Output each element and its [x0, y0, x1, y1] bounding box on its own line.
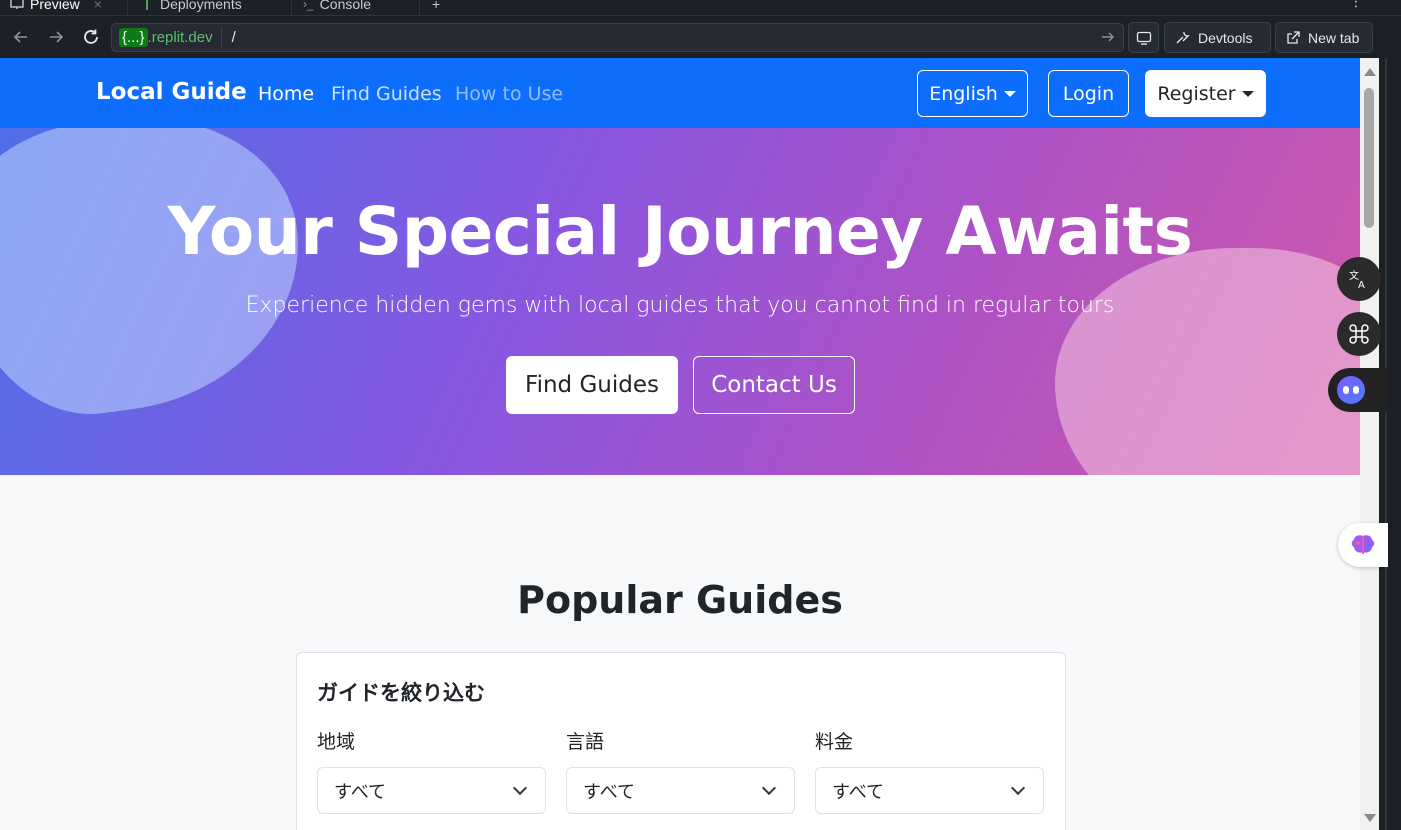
decorative-blob — [0, 128, 319, 431]
section-title: Popular Guides — [517, 578, 843, 622]
chevron-down-icon — [761, 780, 777, 795]
caret-down-icon — [1003, 90, 1016, 97]
filter-language: 言語 すべて — [566, 727, 795, 814]
contact-us-button[interactable]: Contact Us — [693, 356, 855, 414]
back-arrow-icon[interactable] — [10, 26, 32, 48]
url-field[interactable]: {...} .replit.dev / — [111, 23, 1124, 52]
monitor-icon — [10, 0, 24, 9]
region-select[interactable]: すべて — [317, 767, 546, 814]
scroll-up-arrow-icon[interactable] — [1364, 68, 1376, 76]
page-scrollbar[interactable] — [1360, 58, 1379, 830]
filter-region: 地域 すべて — [317, 727, 546, 814]
url-path: / — [231, 29, 236, 46]
language-select[interactable]: すべて — [566, 767, 795, 814]
tab-deployments[interactable]: Deployments — [140, 0, 242, 16]
price-select[interactable]: すべて — [815, 767, 1044, 814]
guide-filter-card: ガイドを絞り込む 地域 すべて 言語 すべて 料金 すべて — [296, 652, 1066, 830]
preview-browser-bar: {...} .replit.dev / Devtools New tab — [0, 16, 1401, 58]
page-viewport: Local Guide Home Find Guides How to Use … — [0, 58, 1360, 830]
nav-link-find-guides[interactable]: Find Guides — [331, 83, 442, 105]
select-value: すべて — [832, 781, 885, 803]
site-brand[interactable]: Local Guide — [96, 79, 247, 105]
tab-label: Console — [319, 0, 372, 12]
assistant-face-icon[interactable] — [1328, 368, 1388, 412]
new-tab-plus-icon[interactable]: + — [432, 0, 440, 16]
nav-link-home[interactable]: Home — [258, 83, 314, 105]
register-label: Register — [1157, 82, 1236, 105]
device-toggle-button[interactable] — [1128, 22, 1159, 53]
nav-link-how-to-use[interactable]: How to Use — [455, 83, 563, 105]
external-link-icon — [1287, 30, 1300, 44]
login-label: Login — [1062, 82, 1115, 105]
select-value: すべて — [334, 781, 387, 803]
url-host-badge: {...} — [119, 28, 148, 47]
devtools-label: Devtools — [1198, 29, 1253, 46]
decorative-blob — [1055, 248, 1360, 475]
forward-arrow-icon[interactable] — [45, 26, 67, 48]
command-icon[interactable] — [1337, 312, 1381, 356]
chevron-down-icon — [1010, 780, 1026, 795]
new-tab-button[interactable]: New tab — [1275, 22, 1373, 53]
svg-text:A: A — [1358, 280, 1365, 290]
hero-section: Your Special Journey Awaits Experience h… — [0, 128, 1360, 475]
filter-price: 料金 すべて — [815, 727, 1044, 814]
close-icon[interactable]: × — [94, 0, 102, 12]
ide-tab-bar: Preview × Deployments ›_ Console + ⋮ — [0, 0, 1401, 16]
scroll-down-arrow-icon[interactable] — [1364, 814, 1376, 822]
filter-label: 言語 — [566, 731, 605, 753]
more-menu-icon[interactable]: ⋮ — [1349, 0, 1363, 10]
tab-console[interactable]: ›_ Console — [303, 0, 371, 16]
hero-subtitle: Experience hidden gems with local guides… — [245, 293, 1115, 318]
reload-icon[interactable] — [80, 26, 102, 48]
language-label: English — [929, 82, 998, 105]
site-navbar: Local Guide Home Find Guides How to Use … — [0, 58, 1360, 128]
tab-preview[interactable]: Preview × — [10, 0, 102, 16]
filter-title: ガイドを絞り込む — [317, 681, 485, 705]
caret-down-icon — [1241, 90, 1254, 97]
language-dropdown[interactable]: English — [917, 70, 1028, 117]
login-button[interactable]: Login — [1048, 70, 1129, 117]
chevron-down-icon — [512, 780, 528, 795]
monitor-icon — [1136, 31, 1151, 45]
devtools-button[interactable]: Devtools — [1164, 22, 1271, 53]
filter-label: 地域 — [317, 731, 356, 753]
ide-right-gutter — [1379, 58, 1401, 830]
deploy-icon — [146, 0, 148, 10]
find-guides-button[interactable]: Find Guides — [506, 356, 678, 414]
terminal-icon: ›_ — [303, 0, 314, 11]
url-domain: .replit.dev — [147, 29, 213, 46]
go-arrow-icon[interactable] — [1101, 29, 1115, 48]
wrench-icon — [1176, 31, 1190, 44]
filter-label: 料金 — [815, 731, 854, 753]
hero-title: Your Special Journey Awaits — [167, 193, 1193, 270]
translate-icon[interactable]: 文A — [1337, 257, 1381, 301]
tab-label: Deployments — [160, 0, 242, 12]
register-dropdown[interactable]: Register — [1145, 70, 1266, 117]
select-value: すべて — [583, 781, 636, 803]
brain-icon[interactable] — [1338, 523, 1388, 567]
scroll-thumb[interactable] — [1364, 88, 1374, 228]
tab-label: Preview — [30, 0, 80, 12]
new-tab-label: New tab — [1308, 29, 1360, 46]
